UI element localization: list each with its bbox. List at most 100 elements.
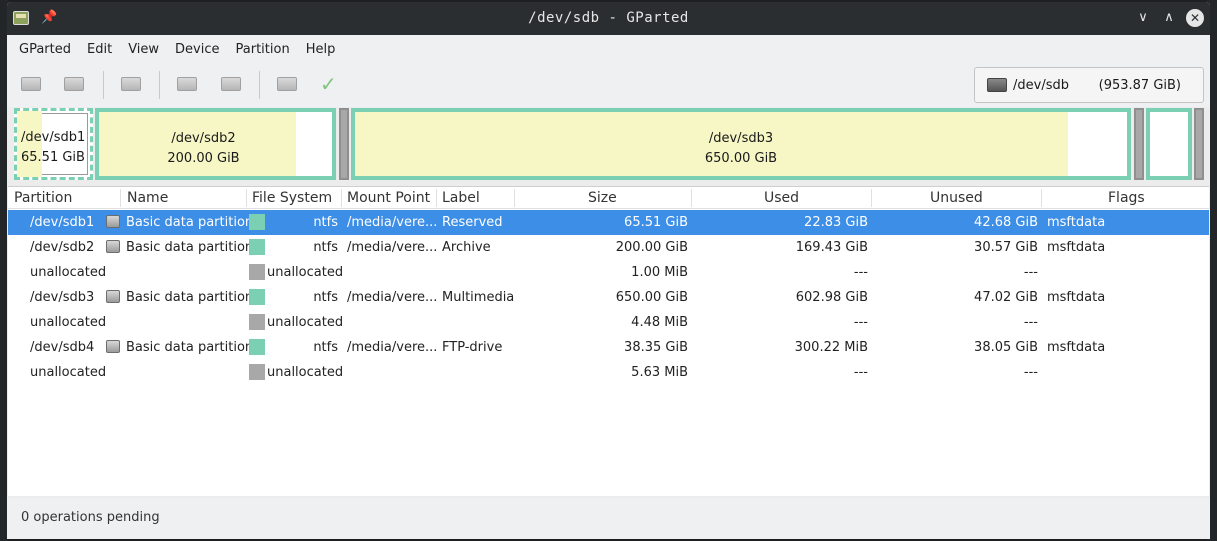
new-partition-button[interactable]	[21, 74, 43, 94]
disk-map-segment-unallocated[interactable]	[339, 108, 349, 180]
minimize-icon[interactable]: ∨	[1134, 9, 1152, 27]
column-unused[interactable]: Unused	[930, 190, 983, 206]
cell-unused: ---	[1023, 365, 1038, 380]
cell-partition: unallocated	[30, 365, 107, 380]
table-row[interactable]: /dev/sdb1 Basic data partition ntfs/media/…	[8, 210, 1209, 235]
copy-icon	[177, 77, 197, 91]
partition-name-icon	[106, 215, 120, 228]
column-separator	[514, 189, 515, 207]
column-label[interactable]: Label	[442, 190, 480, 206]
cell-unused: ---	[1023, 265, 1038, 280]
toolbar-separator	[259, 71, 260, 99]
disk-map-segment-unallocated[interactable]	[1134, 108, 1144, 180]
column-partition[interactable]: Partition	[14, 190, 72, 206]
partition-name-icon	[106, 240, 120, 253]
apply-button[interactable]: ✓	[320, 74, 342, 94]
cell-name: Basic data partition	[126, 290, 254, 305]
disk-map-segment-unallocated[interactable]	[1194, 108, 1204, 180]
undo-button[interactable]	[277, 74, 299, 94]
table-row[interactable]: /dev/sdb2 Basic data partition ntfs/media/…	[8, 235, 1209, 260]
cell-size: 65.51 GiB	[624, 215, 688, 230]
maximize-icon[interactable]: ∧	[1160, 9, 1178, 27]
disk-map-segment-sdb1[interactable]: /dev/sdb1 65.51 GiB	[14, 108, 93, 180]
cell-file-system: ntfs	[313, 340, 338, 355]
filesystem-color-swatch	[249, 289, 265, 305]
cell-label: Archive	[442, 240, 491, 255]
cell-partition: /dev/sdb1	[30, 215, 95, 230]
menu-view[interactable]: View	[120, 42, 167, 57]
operations-pending-text: 0 operations pending	[21, 510, 160, 525]
disk-map-segment-sdb2[interactable]: /dev/sdb2 200.00 GiB	[95, 108, 336, 180]
table-row[interactable]: /dev/sdb3 Basic data partition ntfs/media/…	[8, 285, 1209, 310]
cell-size: 1.00 MiB	[631, 265, 688, 280]
menu-partition[interactable]: Partition	[228, 42, 298, 57]
table-row[interactable]: unallocated unallocated 4.48 MiB --- ---	[8, 310, 1209, 335]
cell-partition: unallocated	[30, 265, 107, 280]
cell-flags: msftdata	[1047, 340, 1106, 355]
table-row[interactable]: unallocated unallocated 1.00 MiB --- ---	[8, 260, 1209, 285]
cell-label: Multimedia	[442, 290, 515, 305]
cell-unused: 38.05 GiB	[974, 340, 1038, 355]
column-separator	[436, 189, 437, 207]
close-icon[interactable]: ✕	[1186, 9, 1204, 27]
column-separator	[871, 189, 872, 207]
cell-size: 650.00 GiB	[615, 290, 688, 305]
segment-size: 65.51 GiB	[21, 150, 85, 165]
title-bar[interactable]: 📌 /dev/sdb - GParted ∨ ∧ ✕	[7, 2, 1210, 35]
cell-file-system: unallocated	[267, 315, 344, 330]
cell-name: Basic data partition	[126, 340, 254, 355]
column-mount-point[interactable]: Mount Point	[347, 190, 430, 206]
partition-name-icon	[106, 340, 120, 353]
menu-edit[interactable]: Edit	[79, 42, 120, 57]
cell-partition: /dev/sdb2	[30, 240, 95, 255]
gparted-window: 📌 /dev/sdb - GParted ∨ ∧ ✕ GParted Edit …	[7, 2, 1210, 539]
segment-size: 650.00 GiB	[704, 151, 778, 166]
menu-help[interactable]: Help	[298, 42, 344, 57]
cell-partition: unallocated	[30, 315, 107, 330]
cell-used: 169.43 GiB	[795, 240, 868, 255]
cell-used: ---	[853, 365, 868, 380]
segment-label: /dev/sdb3	[708, 131, 774, 146]
column-separator	[1041, 189, 1042, 207]
table-row[interactable]: /dev/sdb4 Basic data partition ntfs/media/…	[8, 335, 1209, 360]
column-flags[interactable]: Flags	[1108, 190, 1145, 206]
cell-unused: 42.68 GiB	[974, 215, 1038, 230]
cell-name: Basic data partition	[126, 240, 254, 255]
column-used[interactable]: Used	[764, 190, 799, 206]
column-size[interactable]: Size	[588, 190, 617, 206]
cell-unused: ---	[1023, 315, 1038, 330]
paste-button[interactable]	[221, 74, 243, 94]
cell-label: Reserved	[442, 215, 503, 230]
column-name[interactable]: Name	[127, 190, 168, 206]
toolbar-separator	[103, 71, 104, 99]
resize-move-button[interactable]	[121, 74, 143, 94]
disk-map-segment-sdb4[interactable]	[1146, 108, 1192, 180]
menu-bar: GParted Edit View Device Partition Help	[7, 35, 1210, 63]
delete-partition-icon	[64, 77, 84, 91]
cell-file-system: unallocated	[267, 265, 344, 280]
device-selector[interactable]: /dev/sdb (953.87 GiB)	[974, 67, 1204, 103]
filesystem-color-swatch	[249, 264, 265, 280]
column-file-system[interactable]: File System	[252, 190, 332, 206]
filesystem-color-swatch	[249, 239, 265, 255]
harddisk-icon	[987, 78, 1007, 92]
cell-mount-point: /media/vere...	[347, 290, 438, 305]
cell-unused: 47.02 GiB	[974, 290, 1038, 305]
disk-map-segment-sdb3[interactable]: /dev/sdb3 650.00 GiB	[351, 108, 1131, 180]
copy-button[interactable]	[177, 74, 199, 94]
filesystem-color-swatch	[249, 364, 265, 380]
menu-device[interactable]: Device	[167, 42, 227, 57]
partition-table: Partition Name File System Mount Point L…	[8, 186, 1209, 496]
delete-partition-button[interactable]	[64, 74, 86, 94]
cell-used: 602.98 GiB	[795, 290, 868, 305]
cell-partition: /dev/sdb4	[30, 340, 95, 355]
segment-size: 200.00 GiB	[167, 151, 240, 166]
cell-used: 300.22 MiB	[794, 340, 868, 355]
cell-file-system: ntfs	[313, 240, 338, 255]
partition-name-icon	[106, 290, 120, 303]
cell-size: 38.35 GiB	[624, 340, 688, 355]
table-header: Partition Name File System Mount Point L…	[8, 187, 1209, 209]
table-row[interactable]: unallocated unallocated 5.63 MiB --- ---	[8, 360, 1209, 385]
segment-label: /dev/sdb1	[21, 130, 86, 145]
menu-gparted[interactable]: GParted	[11, 42, 79, 57]
